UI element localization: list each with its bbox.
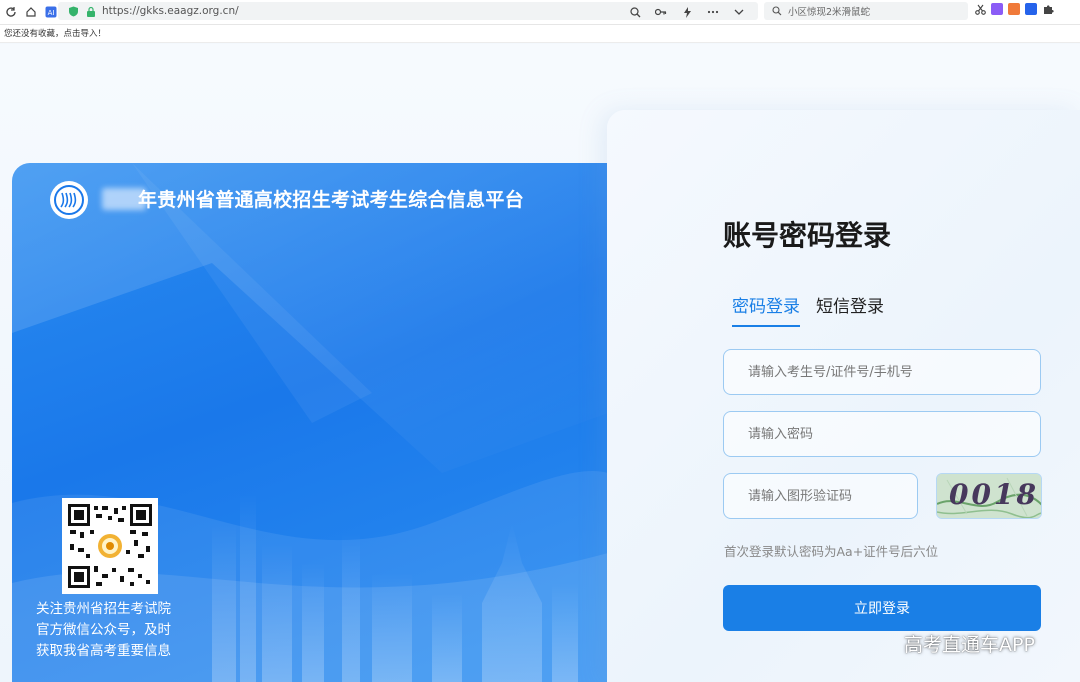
password-field bbox=[723, 411, 1041, 457]
watermark: 高考直通车APP bbox=[904, 634, 1035, 656]
login-panel: 账号密码登录 密码登录 短信登录 0018 首次登录默认密码为Aa+证件号后六位… bbox=[607, 110, 1080, 682]
shield-icon bbox=[64, 2, 82, 20]
qr-caption-line: 官方微信公众号，及时 bbox=[36, 622, 171, 638]
more-icon[interactable] bbox=[704, 3, 722, 21]
scissors-icon[interactable] bbox=[974, 3, 986, 15]
captcha-image[interactable]: 0018 bbox=[936, 473, 1042, 519]
qr-caption-line: 获取我省高考重要信息 bbox=[36, 643, 171, 659]
platform-title: 年贵州省普通高校招生考试考生综合信息平台 bbox=[138, 189, 525, 211]
qr-caption: 关注贵州省招生考试院 官方微信公众号，及时 获取我省高考重要信息 bbox=[36, 599, 196, 662]
account-field bbox=[723, 349, 1041, 395]
home-icon[interactable] bbox=[22, 3, 40, 21]
url-text: https://gkks.eaagz.org.cn/ bbox=[102, 5, 239, 17]
captcha-field bbox=[723, 473, 918, 519]
default-password-hint: 首次登录默认密码为Aa+证件号后六位 bbox=[724, 544, 939, 559]
logo bbox=[50, 181, 88, 219]
banner: 年贵州省普通高校招生考试考生综合信息平台 关注贵州省招生考试院 官方微信公众号，… bbox=[12, 163, 608, 682]
favorites-bar: 您还没有收藏，点击导入！ bbox=[0, 25, 1080, 43]
import-favorites-link[interactable]: 您还没有收藏，点击导入！ bbox=[4, 29, 106, 39]
account-input[interactable] bbox=[724, 363, 1040, 381]
login-button[interactable]: 立即登录 bbox=[723, 585, 1041, 631]
extension-purple-icon[interactable] bbox=[991, 3, 1003, 15]
login-tabs: 密码登录 短信登录 bbox=[732, 292, 884, 327]
qr-caption-line: 关注贵州省招生考试院 bbox=[36, 601, 171, 617]
svg-text:AI: AI bbox=[48, 9, 55, 17]
search-icon bbox=[768, 2, 786, 20]
tab-password-login[interactable]: 密码登录 bbox=[732, 292, 800, 327]
logo-emblem-icon bbox=[54, 185, 84, 215]
page: 年贵州省普通高校招生考试考生综合信息平台 关注贵州省招生考试院 官方微信公众号，… bbox=[0, 44, 1080, 682]
login-heading: 账号密码登录 bbox=[723, 219, 892, 252]
extension-fox-icon[interactable] bbox=[1008, 3, 1020, 15]
captcha-input[interactable] bbox=[724, 487, 917, 505]
chevron-down-icon[interactable] bbox=[730, 3, 748, 21]
puzzle-icon[interactable] bbox=[1042, 3, 1054, 15]
wechat-qr-code bbox=[62, 498, 158, 594]
lightning-icon[interactable] bbox=[678, 3, 696, 21]
captcha-text: 0018 bbox=[949, 478, 1039, 511]
browser-toolbar: AI https://gkks.eaagz.org.cn/ 小区惊现2米滑鼠蛇 bbox=[0, 0, 1080, 25]
tab-sms-login[interactable]: 短信登录 bbox=[816, 292, 884, 327]
search-suggestion-text: 小区惊现2米滑鼠蛇 bbox=[788, 7, 871, 18]
extension-blue-icon[interactable] bbox=[1025, 3, 1037, 15]
reload-icon[interactable] bbox=[2, 3, 20, 21]
qr-code-icon bbox=[68, 504, 152, 588]
address-bar[interactable]: https://gkks.eaagz.org.cn/ bbox=[58, 2, 758, 20]
password-input[interactable] bbox=[724, 425, 1040, 443]
key-icon[interactable] bbox=[652, 3, 670, 21]
zoom-icon[interactable] bbox=[626, 3, 644, 21]
lock-icon bbox=[82, 2, 100, 20]
browser-search-box[interactable]: 小区惊现2米滑鼠蛇 bbox=[764, 2, 968, 20]
